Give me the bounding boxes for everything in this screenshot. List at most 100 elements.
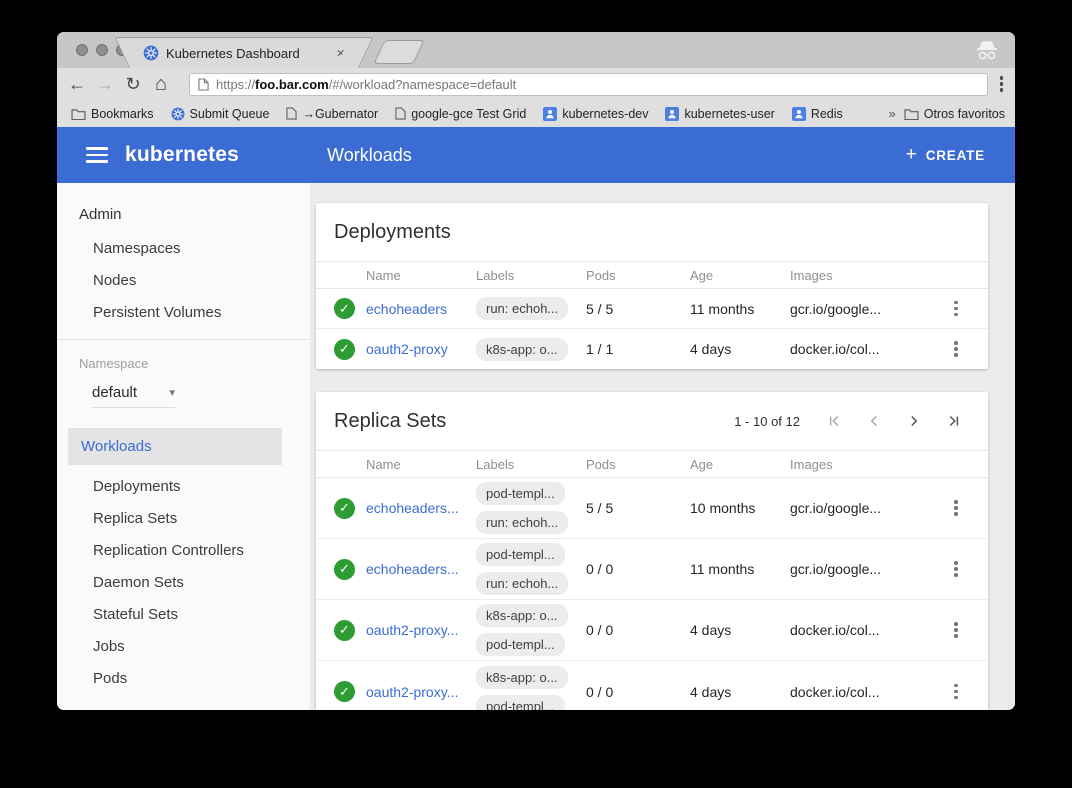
replica-set-link[interactable]: echoheaders... xyxy=(366,561,476,577)
row-menu-icon[interactable] xyxy=(954,684,958,700)
replica-sets-title: Replica Sets xyxy=(334,410,446,433)
status-ok-icon: ✓ xyxy=(334,559,355,580)
page-title: Workloads xyxy=(327,145,412,166)
url-scheme: https:// xyxy=(216,77,255,92)
sidebar-item-namespaces[interactable]: Namespaces xyxy=(57,233,310,265)
main-content: Deployments Name Labels Pods Age Images … xyxy=(310,183,1015,710)
replica-set-link[interactable]: oauth2-proxy... xyxy=(366,622,476,638)
sidebar-item-nodes[interactable]: Nodes xyxy=(57,265,310,297)
first-page-icon[interactable] xyxy=(814,412,854,430)
sidebar-nav: Admin Namespaces Nodes Persistent Volume… xyxy=(57,183,310,710)
bookmark-gubernator[interactable]: →Gubernator xyxy=(286,107,378,121)
replica-sets-card: Replica Sets 1 - 10 of 12 xyxy=(316,392,988,710)
sidebar-item-replica-sets[interactable]: Replica Sets xyxy=(57,503,310,535)
column-labels: Labels xyxy=(476,457,586,472)
sidebar-item-persistent-volumes[interactable]: Persistent Volumes xyxy=(57,297,310,329)
bookmark-kubernetes-user[interactable]: kubernetes-user xyxy=(665,107,774,121)
table-row: ✓ oauth2-proxy k8s-app: o... 1 / 1 4 day… xyxy=(316,329,988,369)
row-menu-icon[interactable] xyxy=(954,561,958,577)
browser-window: Kubernetes Dashboard × ← → ↻ ⌂ https://f… xyxy=(57,32,1015,710)
hamburger-menu-icon[interactable] xyxy=(86,147,108,163)
kubernetes-icon xyxy=(143,45,159,61)
status-ok-icon: ✓ xyxy=(334,681,355,702)
row-menu-icon[interactable] xyxy=(954,341,958,357)
tab-close-icon[interactable]: × xyxy=(336,45,345,62)
reload-icon[interactable]: ↻ xyxy=(119,75,147,93)
column-age: Age xyxy=(690,268,790,283)
sidebar-item-stateful-sets[interactable]: Stateful Sets xyxy=(57,599,310,631)
app-header: kubernetes Workloads + CREATE xyxy=(57,127,1015,183)
tab-kubernetes-dashboard[interactable]: Kubernetes Dashboard × xyxy=(135,37,353,68)
sidebar-item-admin[interactable]: Admin xyxy=(57,197,310,233)
minimize-window-button[interactable] xyxy=(96,44,108,56)
app-body: Admin Namespaces Nodes Persistent Volume… xyxy=(57,183,1015,710)
column-images: Images xyxy=(790,457,936,472)
column-images: Images xyxy=(790,268,936,283)
other-bookmarks-folder[interactable]: Otros favoritos xyxy=(904,107,1005,121)
namespace-select[interactable]: default ▾ xyxy=(92,384,175,408)
sidebar-item-workloads[interactable]: Workloads xyxy=(68,428,282,465)
deployment-link[interactable]: oauth2-proxy xyxy=(366,341,476,357)
folder-icon xyxy=(71,108,86,120)
groups-icon xyxy=(543,107,557,121)
home-icon[interactable]: ⌂ xyxy=(147,74,175,94)
label-chip: run: echoh... xyxy=(476,297,568,320)
url-text: https://foo.bar.com/#/workload?namespace… xyxy=(216,77,516,92)
new-tab-button[interactable] xyxy=(373,40,424,64)
bookmark-google-gce-test-grid[interactable]: google-gce Test Grid xyxy=(395,107,526,121)
url-host: foo.bar.com xyxy=(255,77,329,92)
deployment-link[interactable]: echoheaders xyxy=(366,301,476,317)
sidebar-divider xyxy=(57,339,310,340)
label-chip: k8s-app: o... xyxy=(476,604,568,627)
status-ok-icon: ✓ xyxy=(334,498,355,519)
deployments-table-header: Name Labels Pods Age Images xyxy=(316,261,988,289)
page-icon xyxy=(198,78,209,91)
page-icon xyxy=(286,107,297,120)
url-path: /#/workload?namespace=default xyxy=(329,77,517,92)
label-chip: k8s-app: o... xyxy=(476,338,568,361)
bookmarks-overflow-icon[interactable]: » xyxy=(888,106,895,121)
label-chip: pod-templ... xyxy=(476,543,565,566)
column-age: Age xyxy=(690,457,790,472)
address-bar[interactable]: https://foo.bar.com/#/workload?namespace… xyxy=(189,73,988,96)
chevron-down-icon: ▾ xyxy=(169,386,175,399)
sidebar-item-daemon-sets[interactable]: Daemon Sets xyxy=(57,567,310,599)
folder-icon xyxy=(904,108,919,120)
sidebar-item-jobs[interactable]: Jobs xyxy=(57,631,310,663)
browser-menu-icon[interactable] xyxy=(1000,76,1004,92)
bookmark-submit-queue[interactable]: Submit Queue xyxy=(171,107,270,121)
sidebar-item-deployments[interactable]: Deployments xyxy=(57,471,310,503)
sidebar-item-replication-controllers[interactable]: Replication Controllers xyxy=(57,535,310,567)
bookmarks-bar: Bookmarks Submit Queue →Gubernator xyxy=(57,100,1015,127)
column-labels: Labels xyxy=(476,268,586,283)
kubernetes-icon xyxy=(171,107,185,121)
next-page-icon[interactable] xyxy=(894,412,934,430)
previous-page-icon[interactable] xyxy=(854,412,894,430)
bookmark-redis[interactable]: Redis xyxy=(792,107,843,121)
browser-toolbar: ← → ↻ ⌂ https://foo.bar.com/#/workload?n… xyxy=(57,68,1015,100)
label-chip: pod-templ... xyxy=(476,633,565,656)
namespace-value: default xyxy=(92,384,137,401)
back-icon[interactable]: ← xyxy=(63,75,91,93)
sidebar-item-pods[interactable]: Pods xyxy=(57,663,310,695)
namespace-label: Namespace xyxy=(79,356,310,371)
close-window-button[interactable] xyxy=(76,44,88,56)
bookmark-bookmarks[interactable]: Bookmarks xyxy=(71,107,154,121)
forward-icon[interactable]: → xyxy=(91,75,119,93)
row-menu-icon[interactable] xyxy=(954,622,958,638)
replica-set-link[interactable]: echoheaders... xyxy=(366,500,476,516)
table-row: ✓ echoheaders... pod-templ...run: echoh.… xyxy=(316,539,988,600)
bookmark-kubernetes-dev[interactable]: kubernetes-dev xyxy=(543,107,648,121)
replica-set-link[interactable]: oauth2-proxy... xyxy=(366,684,476,700)
tab-strip: Kubernetes Dashboard × xyxy=(57,32,1015,68)
create-button[interactable]: + CREATE xyxy=(906,144,985,166)
page-icon xyxy=(395,107,406,120)
column-name: Name xyxy=(366,268,476,283)
column-pods: Pods xyxy=(586,457,690,472)
pagination-range: 1 - 10 of 12 xyxy=(734,414,800,429)
row-menu-icon[interactable] xyxy=(954,301,958,317)
row-menu-icon[interactable] xyxy=(954,500,958,516)
screenshot: Kubernetes Dashboard × ← → ↻ ⌂ https://f… xyxy=(0,0,1072,788)
last-page-icon[interactable] xyxy=(934,412,974,430)
pagination: 1 - 10 of 12 xyxy=(734,412,974,430)
